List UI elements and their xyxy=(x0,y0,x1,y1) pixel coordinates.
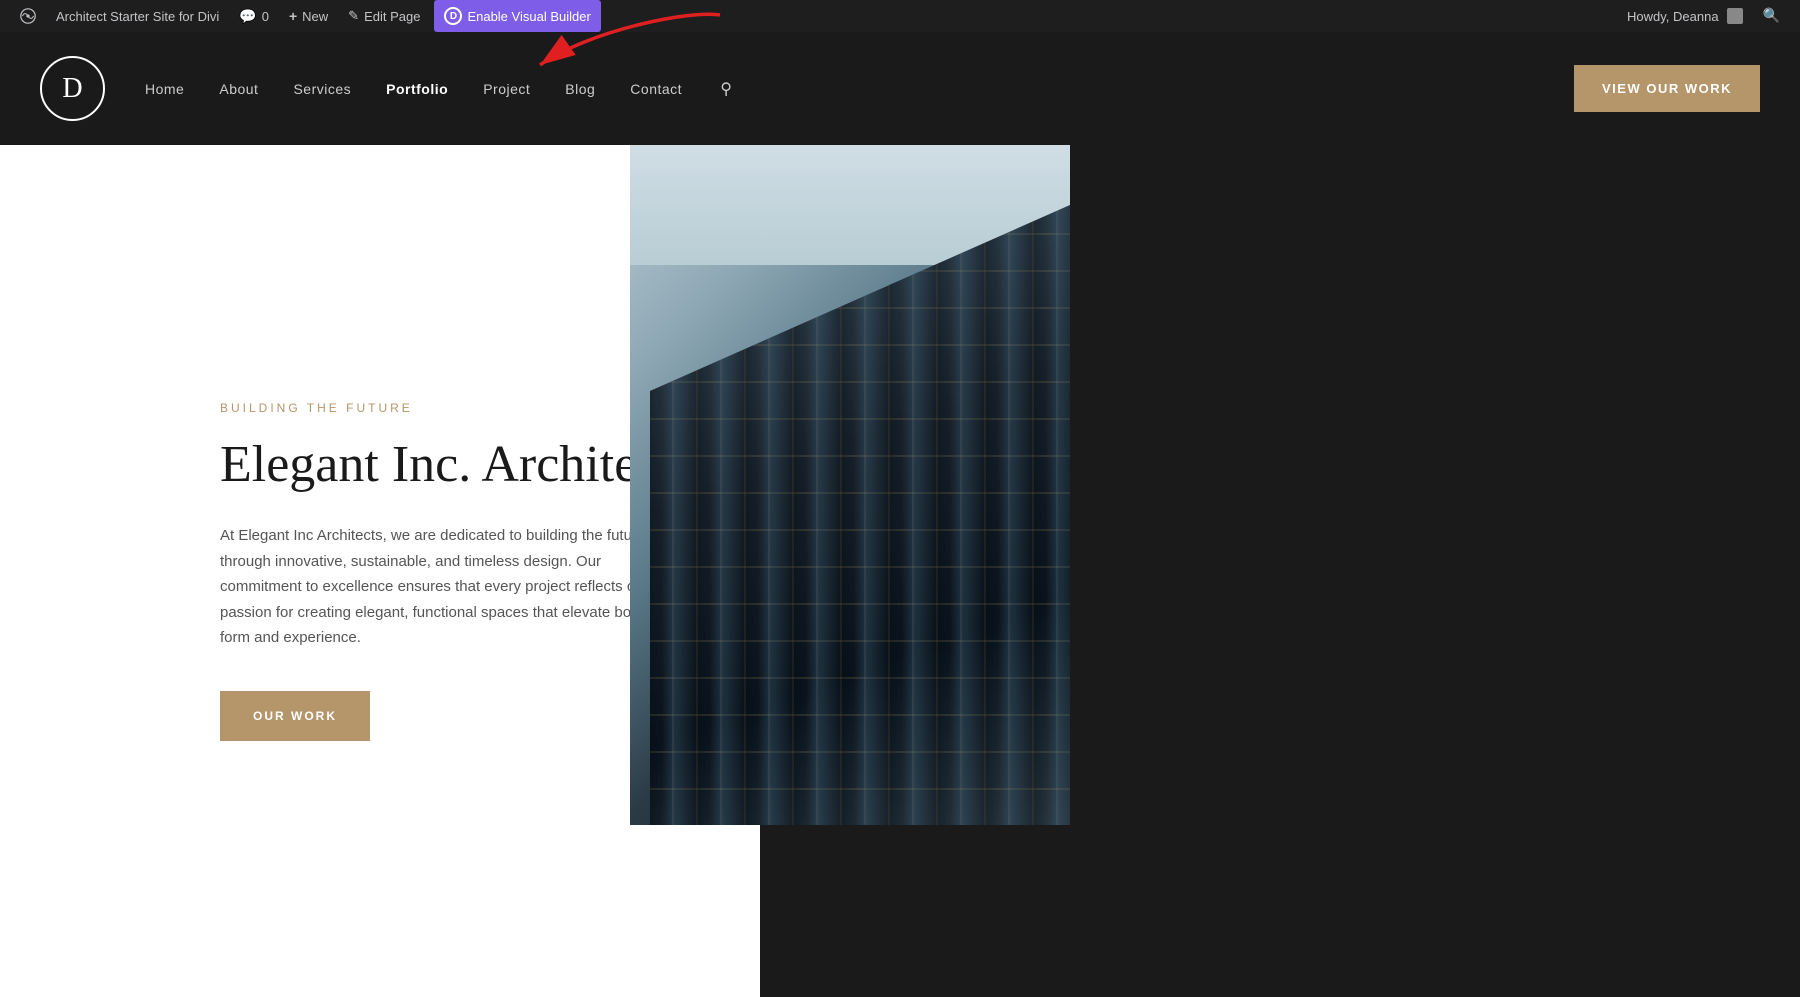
admin-bar: Architect Starter Site for Divi 💬 0 + Ne… xyxy=(0,0,1800,32)
site-wrapper: D Home About Services Portfolio Project … xyxy=(0,32,1800,997)
admin-search-icon[interactable]: 🔍 xyxy=(1753,8,1790,25)
hero-title: Elegant Inc. Architects xyxy=(220,435,700,495)
site-header: D Home About Services Portfolio Project … xyxy=(0,32,1800,145)
pencil-icon: ✎ xyxy=(348,8,359,24)
new-label: New xyxy=(302,9,328,24)
nav-about[interactable]: About xyxy=(219,81,258,97)
comments-item[interactable]: 💬 0 xyxy=(229,0,279,32)
enable-visual-builder-item[interactable]: D Enable Visual Builder xyxy=(434,0,600,32)
edit-page-label: Edit Page xyxy=(364,9,420,24)
howdy-section[interactable]: Howdy, Deanna xyxy=(1617,8,1753,24)
site-name-item[interactable]: Architect Starter Site for Divi xyxy=(46,0,229,32)
new-item[interactable]: + New xyxy=(279,0,338,32)
our-work-button[interactable]: OUR WORK xyxy=(220,691,370,741)
nav-search-icon[interactable]: ⚲ xyxy=(717,80,735,98)
nav-services[interactable]: Services xyxy=(293,81,351,97)
main-nav: Home About Services Portfolio Project Bl… xyxy=(145,80,735,98)
hero-body-text: At Elegant Inc Architects, we are dedica… xyxy=(220,523,650,651)
hero-subtitle: BUILDING THE FUTURE xyxy=(220,401,700,415)
divi-label: Enable Visual Builder xyxy=(467,9,590,24)
site-logo[interactable]: D xyxy=(40,56,105,121)
edit-page-item[interactable]: ✎ Edit Page xyxy=(338,0,430,32)
wordpress-icon xyxy=(20,8,36,24)
comment-icon: 💬 xyxy=(239,8,256,25)
nav-blog[interactable]: Blog xyxy=(565,81,595,97)
nav-project[interactable]: Project xyxy=(483,81,530,97)
nav-contact[interactable]: Contact xyxy=(630,81,682,97)
hero-section: BUILDING THE FUTURE Elegant Inc. Archite… xyxy=(0,145,1800,997)
logo-letter: D xyxy=(62,73,82,105)
nav-portfolio[interactable]: Portfolio xyxy=(386,81,448,97)
admin-bar-right: Howdy, Deanna 🔍 xyxy=(1617,8,1790,25)
comments-count: 0 xyxy=(262,9,269,24)
view-our-work-button[interactable]: VIEW OUR WORK xyxy=(1574,65,1760,112)
nav-home[interactable]: Home xyxy=(145,81,184,97)
building-facade xyxy=(650,205,1070,825)
building-image xyxy=(630,145,1070,825)
divi-d-icon: D xyxy=(444,7,462,25)
site-name-label: Architect Starter Site for Divi xyxy=(56,9,219,24)
plus-icon: + xyxy=(289,8,297,24)
howdy-text: Howdy, Deanna xyxy=(1627,9,1719,24)
wordpress-logo-item[interactable] xyxy=(10,0,46,32)
hero-right-panel xyxy=(810,145,1800,997)
user-avatar xyxy=(1727,8,1743,24)
